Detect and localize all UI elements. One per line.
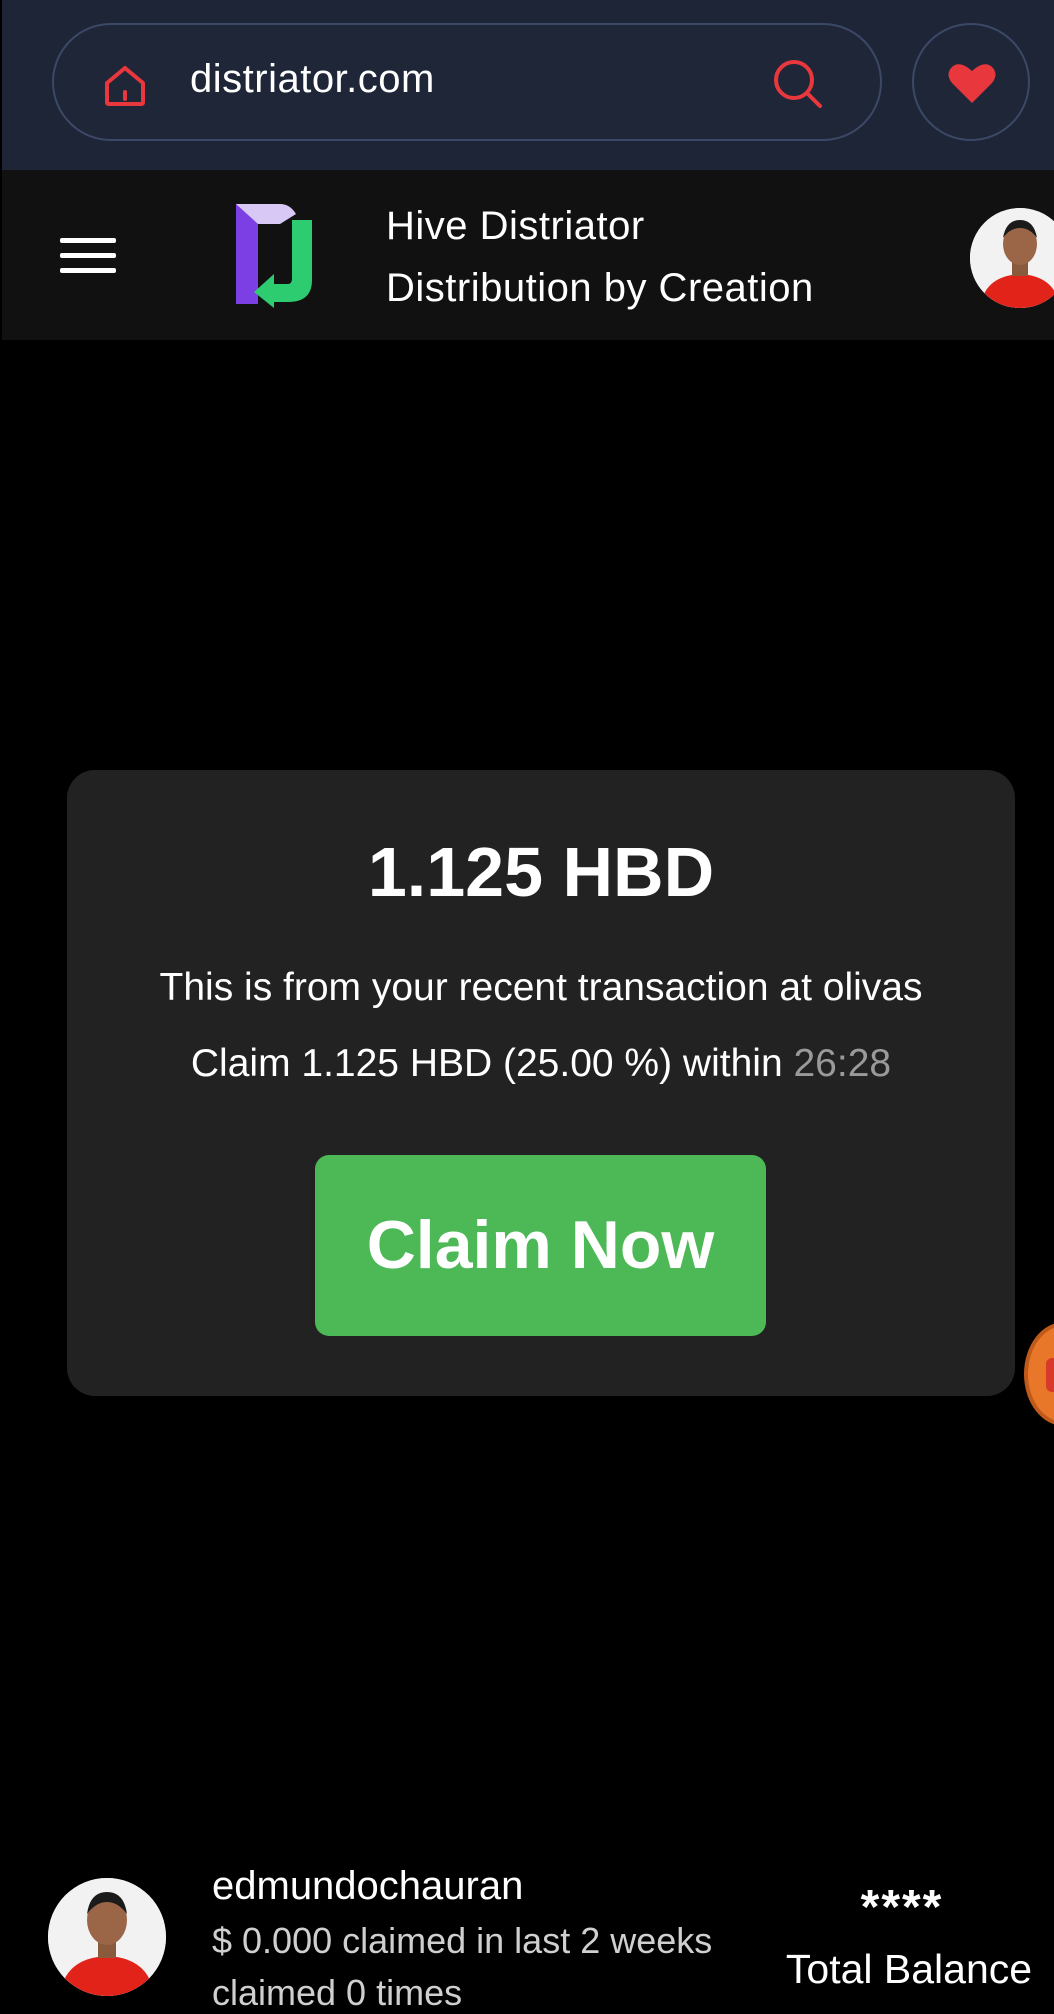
brand-title: Hive Distriator: [386, 204, 645, 248]
total-balance-label: Total Balance: [785, 1946, 1033, 1992]
search-icon[interactable]: [770, 56, 824, 110]
url-text[interactable]: distriator.com: [190, 57, 435, 102]
claim-card: 1.125 HBD This is from your recent trans…: [67, 770, 1015, 1396]
brand-subtitle: Distribution by Creation: [386, 266, 814, 310]
claimed-times: claimed 0 times: [212, 1972, 463, 2013]
floating-action-button[interactable]: [1024, 1322, 1054, 1426]
heart-icon: [948, 64, 996, 103]
user-avatar[interactable]: [48, 1878, 166, 1996]
username: edmundochauran: [212, 1864, 524, 1908]
chat-icon: [1046, 1358, 1054, 1392]
claim-timer: 26:28: [793, 1042, 892, 1085]
claimed-summary: $ 0.000 claimed in last 2 weeks: [212, 1920, 713, 1961]
distriator-logo: [236, 204, 312, 308]
claim-now-button[interactable]: Claim Now: [315, 1155, 766, 1336]
claim-text: Claim 1.125 HBD (25.00 %) within: [190, 1042, 783, 1085]
profile-avatar[interactable]: [970, 208, 1054, 308]
balance-value-masked[interactable]: ****: [800, 1880, 1004, 1935]
claim-description: This is from your recent transaction at …: [159, 966, 923, 1009]
url-bar[interactable]: distriator.com: [52, 23, 882, 141]
claim-amount: 1.125 HBD: [367, 833, 715, 911]
favorite-button[interactable]: [912, 23, 1030, 141]
menu-icon[interactable]: [60, 238, 116, 276]
claim-deadline: Claim 1.125 HBD (25.00 %) within 26:28: [67, 1042, 1015, 1086]
browser-bar: distriator.com: [2, 0, 1054, 170]
app-header: Hive Distriator Distribution by Creation: [2, 170, 1054, 340]
user-summary: edmundochauran $ 0.000 claimed in last 2…: [0, 1860, 1054, 2013]
home-icon[interactable]: [102, 63, 148, 107]
